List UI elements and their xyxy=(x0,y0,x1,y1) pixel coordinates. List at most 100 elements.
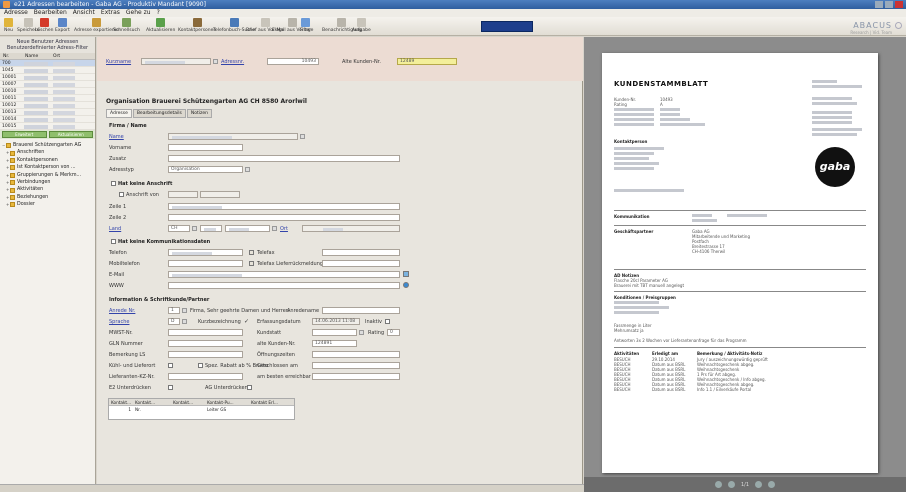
ort-label[interactable]: Ort xyxy=(280,226,288,232)
prev-page-icon[interactable] xyxy=(727,481,735,488)
inaktiv-checkbox[interactable] xyxy=(385,319,390,324)
www-input[interactable] xyxy=(168,282,400,289)
list-item[interactable]: 10014 xyxy=(0,116,95,123)
email-send-icon[interactable] xyxy=(403,271,409,277)
adressnr-input[interactable]: 10493 xyxy=(267,58,319,65)
ort-dropdown[interactable] xyxy=(272,226,277,231)
tree-item[interactable]: + Aktivitäten xyxy=(2,186,93,193)
land-dropdown[interactable] xyxy=(192,226,197,231)
kundstatt-select[interactable] xyxy=(312,329,357,336)
anschrift-von-input[interactable] xyxy=(168,191,198,198)
alte-kunde-input[interactable]: 124891 xyxy=(312,340,357,347)
telefax-lief-input[interactable] xyxy=(322,260,400,267)
next-page-icon[interactable] xyxy=(755,481,763,488)
name-input[interactable] xyxy=(168,133,298,140)
menu-ansicht[interactable]: Ansicht xyxy=(73,9,95,17)
toolbar-contacts-button[interactable]: Kontaktpersonen xyxy=(178,18,216,33)
tree-item[interactable]: + Gruppierungen & Merkm... xyxy=(2,172,93,179)
address-filter-header[interactable]: Neue Benutzer Adressen Benutzerdefiniert… xyxy=(0,37,95,53)
refresh-list-button[interactable]: Aktualisieren xyxy=(48,131,93,138)
minimize-button[interactable] xyxy=(875,1,883,8)
list-item[interactable]: 10010 xyxy=(0,88,95,95)
alte-kunden-nr-input[interactable]: 12489 xyxy=(397,58,457,65)
name-label[interactable]: Name xyxy=(109,134,124,140)
list-item[interactable]: 10001 xyxy=(0,74,95,81)
toolbar-export-button[interactable]: Export xyxy=(55,18,70,33)
tree-item[interactable]: + Kontaktpersonen xyxy=(2,157,93,164)
toolbar-new-button[interactable]: Neu xyxy=(4,18,13,33)
grid-col-2[interactable]: Kontakt... xyxy=(133,399,171,405)
kurzname-input[interactable] xyxy=(141,58,211,65)
list-item[interactable]: 700 xyxy=(0,60,95,67)
tab-notizen[interactable]: Notizen xyxy=(186,109,212,118)
last-page-icon[interactable] xyxy=(768,481,776,488)
tree-item[interactable]: + Beziehungen xyxy=(2,194,93,201)
telefax-input[interactable] xyxy=(322,249,400,256)
ag-checkbox[interactable] xyxy=(247,385,252,390)
email-input[interactable] xyxy=(168,271,400,278)
zeile1-input[interactable] xyxy=(168,203,400,210)
name-dropdown[interactable] xyxy=(300,134,305,139)
keine-anschrift-checkbox[interactable] xyxy=(111,181,116,186)
sprache-input[interactable]: D xyxy=(168,318,180,325)
tree-item[interactable]: + Dossier xyxy=(2,201,93,208)
tree-item[interactable]: + Verbindungen xyxy=(2,179,93,186)
toolbar-delete-button[interactable]: Löschen xyxy=(35,18,53,33)
menu-adresse[interactable]: Adresse xyxy=(4,9,28,17)
rating-input[interactable]: 0 xyxy=(387,329,400,336)
anrede-label[interactable]: Anrede Nr. xyxy=(109,308,135,314)
e2-checkbox[interactable] xyxy=(168,385,173,390)
zeile2-input[interactable] xyxy=(168,214,400,221)
spez-rabatt-checkbox[interactable] xyxy=(198,363,203,368)
anschrift-von-checkbox[interactable] xyxy=(119,192,124,197)
land-input[interactable]: CH xyxy=(168,225,190,232)
tree-item[interactable]: + Anschriften xyxy=(2,149,93,156)
mwst-input[interactable] xyxy=(168,329,243,336)
zusatz-input[interactable] xyxy=(168,155,400,162)
list-item[interactable]: 10013 xyxy=(0,109,95,116)
grid-col-3[interactable]: Kontakt... xyxy=(171,399,205,405)
plz-input[interactable] xyxy=(200,225,222,232)
kurzname-label[interactable]: Kurzname xyxy=(106,59,131,65)
list-item[interactable]: 10012 xyxy=(0,102,95,109)
keine-kommunikation-checkbox[interactable] xyxy=(111,239,116,244)
menu-bearbeiten[interactable]: Bearbeiten xyxy=(34,9,67,17)
sprache-dropdown[interactable] xyxy=(182,319,187,324)
col-name[interactable]: Name xyxy=(22,53,50,59)
mobile-dial-icon[interactable] xyxy=(249,261,254,266)
kuehl-checkbox[interactable] xyxy=(168,363,173,368)
menu-help[interactable]: ? xyxy=(157,9,160,17)
grid-col-4[interactable]: Kontakt-Pu... xyxy=(205,399,249,405)
anredename-input[interactable] xyxy=(322,307,400,314)
menu-extras[interactable]: Extras xyxy=(101,9,120,17)
col-nr[interactable]: Nr. xyxy=(0,53,22,59)
maximize-button[interactable] xyxy=(885,1,893,8)
user-icon[interactable] xyxy=(895,22,902,29)
vorname-input[interactable] xyxy=(168,144,243,151)
toolbar-quick-search-button[interactable]: Schnellsuch xyxy=(113,18,140,33)
extended-button[interactable]: Erweitert xyxy=(2,131,47,138)
list-item[interactable]: 10015 xyxy=(0,123,95,130)
lieferanten-input[interactable] xyxy=(168,373,243,380)
telefon-dial-icon[interactable] xyxy=(249,250,254,255)
toolbar-refresh-button[interactable]: Aktualisieren xyxy=(146,18,175,33)
telefon-input[interactable] xyxy=(168,249,243,256)
mobiltelefon-input[interactable] xyxy=(168,260,243,267)
anrede-input[interactable]: 1 xyxy=(168,307,180,314)
grid-col-5[interactable]: Kontakt Erl... xyxy=(249,399,280,405)
first-page-icon[interactable] xyxy=(714,481,722,488)
land-label[interactable]: Land xyxy=(109,226,121,232)
adresstyp-select[interactable]: Organisation xyxy=(168,166,243,173)
erreichbar-input[interactable] xyxy=(312,373,400,380)
close-button[interactable] xyxy=(895,1,903,8)
tree-item[interactable]: + Ist Kontaktperson von ... xyxy=(2,164,93,171)
kurzname-dropdown[interactable] xyxy=(213,59,218,64)
menu-gehe-zu[interactable]: Gehe zu xyxy=(126,9,151,17)
tab-adresse[interactable]: Adresse xyxy=(106,109,132,118)
grid-row[interactable]: 1 Nr. Leiter GS xyxy=(109,406,294,413)
globe-icon[interactable] xyxy=(403,282,409,288)
toolbar-task-button[interactable]: Aufgabe xyxy=(352,18,371,33)
region-input[interactable] xyxy=(302,225,400,232)
tab-bearbeitungsdetails[interactable]: Bearbeitungsdetails xyxy=(132,109,186,118)
list-item[interactable]: 10007 xyxy=(0,81,95,88)
